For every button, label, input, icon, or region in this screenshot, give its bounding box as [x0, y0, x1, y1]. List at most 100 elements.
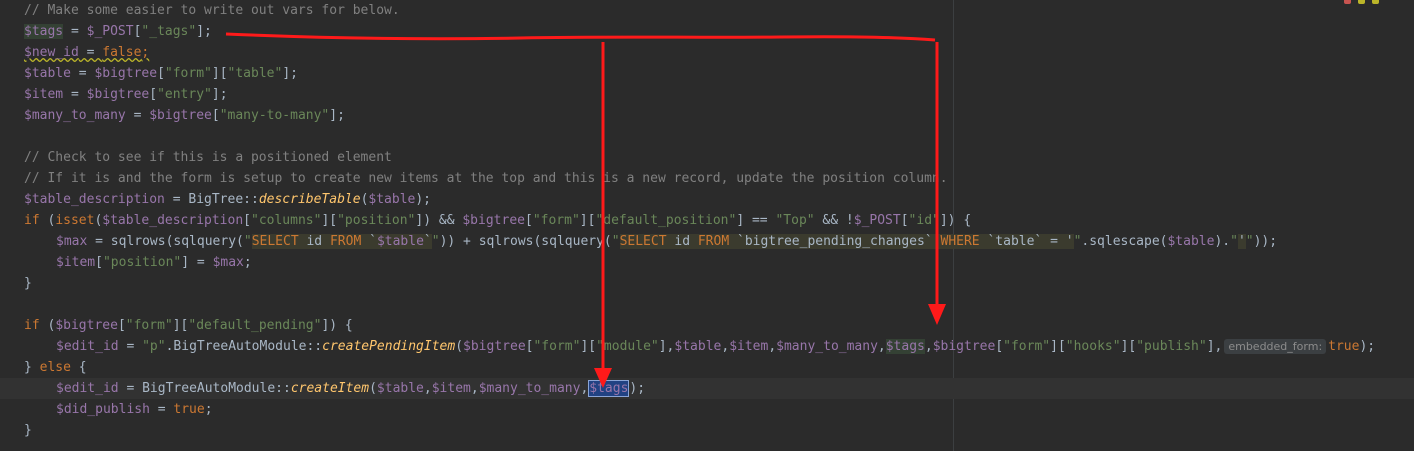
code-token: $edit_id — [56, 339, 119, 354]
code-token: ] == — [736, 213, 776, 228]
code-token: true — [173, 402, 205, 417]
code-token: ); — [415, 192, 432, 207]
code-line[interactable]: if (isset($table_description["columns"][… — [24, 210, 971, 231]
code-token: ; — [204, 402, 213, 417]
code-token: "hooks" — [1065, 339, 1121, 354]
code-token: [ — [243, 213, 251, 228]
code-line[interactable]: // If it is and the form is setup to cre… — [24, 168, 948, 189]
code-token: $item — [24, 87, 64, 102]
code-token: ); — [1359, 339, 1376, 354]
code-token: createItem — [290, 381, 370, 396]
code-token: $new_id — [24, 45, 79, 60]
code-token: } — [24, 360, 40, 375]
code-line[interactable]: $max = sqlrows(sqlquery("SELECT id FROM … — [24, 231, 1277, 252]
code-token: , — [924, 339, 933, 354]
code-token: , — [423, 381, 432, 396]
code-line[interactable]: $did_publish = true; — [24, 399, 213, 420]
code-line[interactable]: $table_description = BigTree::describeTa… — [24, 189, 431, 210]
code-token: ; — [141, 45, 150, 60]
code-token: , — [768, 339, 777, 354]
code-token: $table — [376, 381, 424, 396]
code-token: true — [1328, 339, 1360, 354]
code-token: // Make some easier to write out vars fo… — [24, 3, 400, 18]
code-token: ( — [455, 339, 464, 354]
code-token: " — [1230, 234, 1238, 249]
code-line[interactable]: } — [24, 420, 32, 441]
code-line[interactable]: $item["position"] = $max; — [24, 252, 252, 273]
code-line[interactable]: } else { — [24, 357, 87, 378]
code-token: // Check to see if this is a positioned … — [24, 150, 392, 165]
code-token: $item — [729, 339, 769, 354]
code-token: ][ — [579, 213, 596, 228]
code-token: ]) && — [415, 213, 463, 228]
code-token: $many_to_many — [24, 108, 126, 123]
code-token: if — [24, 318, 40, 333]
code-token: $item — [56, 255, 96, 270]
code-token: $_POST — [86, 24, 134, 39]
code-token: , — [721, 339, 730, 354]
code-token: $table — [1167, 234, 1215, 249]
code-token: ]; — [329, 108, 345, 123]
code-line[interactable]: $item = $bigtree["entry"]; — [24, 84, 228, 105]
code-token: "default_pending" — [188, 318, 322, 333]
weak-warning-marker-icon — [1372, 0, 1379, 4]
code-line[interactable]: if ($bigtree["form"]["default_pending"])… — [24, 315, 353, 336]
code-token: [ — [524, 213, 533, 228]
code-token: ; — [243, 255, 252, 270]
code-line[interactable]: $tags = $_POST["_tags"]; — [24, 21, 212, 42]
code-token: [ — [211, 108, 220, 123]
code-token: "table" — [227, 66, 283, 81]
code-token: ][ — [1120, 339, 1137, 354]
code-token: ]; — [211, 87, 228, 102]
warning-marker-icon — [1358, 0, 1365, 4]
code-token: " — [243, 234, 252, 249]
code-token: ][ — [172, 318, 189, 333]
code-token: WHERE — [940, 234, 980, 249]
code-token: ); — [629, 381, 646, 396]
code-token: ]) { — [939, 213, 972, 228]
code-token: `table` = ' — [979, 234, 1074, 249]
code-line[interactable]: // Check to see if this is a positioned … — [24, 147, 392, 168]
code-token: "form" — [164, 66, 212, 81]
code-token: $bigtree — [463, 339, 526, 354]
code-token: $max — [56, 234, 88, 249]
code-token: ( — [369, 381, 377, 396]
code-line[interactable]: $edit_id = BigTreeAutoModule::createItem… — [24, 378, 645, 399]
code-token: ). — [1214, 234, 1231, 249]
code-token: { — [70, 360, 87, 375]
code-token: $table — [368, 192, 416, 207]
highlighted-variable-usage: $tags — [885, 339, 925, 354]
code-line[interactable]: $table = $bigtree["form"]["table"]; — [24, 63, 298, 84]
code-token: else — [39, 360, 71, 375]
inspection-status-icon[interactable] — [1344, 0, 1394, 8]
code-editor[interactable]: // Make some easier to write out vars fo… — [0, 0, 1414, 451]
code-token: $table_description — [102, 213, 244, 228]
code-token: "position" — [102, 255, 182, 270]
code-line[interactable]: // Make some easier to write out vars fo… — [24, 0, 400, 21]
code-line[interactable]: $edit_id = "p".BigTreeAutoModule::create… — [24, 336, 1375, 357]
code-token: $did_publish — [56, 402, 150, 417]
code-token: ' — [1237, 234, 1246, 249]
code-token: [ — [95, 255, 103, 270]
code-token: FROM — [329, 234, 362, 249]
code-token: $table — [376, 234, 424, 249]
code-token: $table — [674, 339, 722, 354]
code-token: "form" — [1003, 339, 1051, 354]
code-token: "form" — [533, 339, 581, 354]
code-line[interactable]: } — [24, 273, 32, 294]
code-line[interactable]: $new_id = false; — [24, 42, 149, 63]
code-token: ][ — [321, 213, 338, 228]
code-token: ], — [658, 339, 675, 354]
code-token: "entry" — [157, 87, 212, 102]
code-token: id — [298, 234, 330, 249]
code-token: } — [24, 276, 32, 291]
code-token: = BigTreeAutoModule:: — [118, 381, 291, 396]
code-token: "many-to-many" — [219, 108, 330, 123]
code-token: "_tags" — [141, 24, 197, 39]
code-token: ` — [423, 234, 432, 249]
code-token: "p" — [142, 339, 166, 354]
code-line[interactable]: $many_to_many = $bigtree["many-to-many"]… — [24, 105, 345, 126]
code-token: $_POST — [853, 213, 901, 228]
code-token: FROM — [697, 234, 730, 249]
code-token: false — [102, 45, 142, 60]
